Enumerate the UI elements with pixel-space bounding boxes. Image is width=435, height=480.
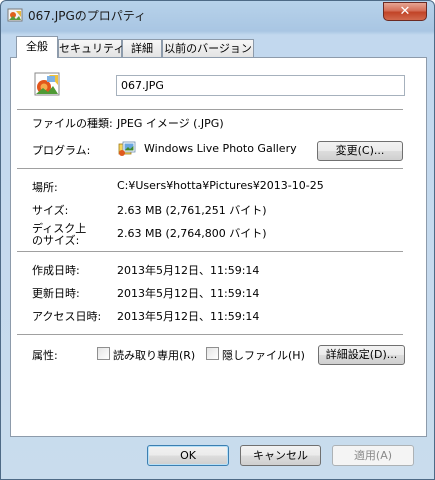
created-value: 2013年5月12日、11:59:14 bbox=[117, 264, 260, 277]
size-value: 2.63 MB (2,761,251 バイト) bbox=[117, 204, 267, 217]
disk-size-label: ディスク上 のサイズ: bbox=[32, 223, 86, 247]
title-bar[interactable]: 067.JPGのプロパティ ✕ bbox=[1, 1, 434, 31]
file-type-label: ファイルの種類: bbox=[32, 117, 113, 130]
tab-label: 全般 bbox=[26, 40, 48, 53]
divider bbox=[17, 334, 403, 335]
tab-general[interactable]: 全般 bbox=[16, 36, 58, 58]
window-title: 067.JPGのプロパティ bbox=[28, 9, 147, 23]
hidden-label[interactable]: 隠しファイル(H) bbox=[222, 347, 305, 363]
general-tab-panel bbox=[10, 57, 427, 437]
tab-label: 以前のバージョン bbox=[164, 42, 252, 55]
properties-window: 067.JPGのプロパティ ✕ 全般 セキュリティ 詳細 以前のバージョン 06… bbox=[0, 0, 435, 480]
apply-button[interactable]: 適用(A) bbox=[332, 445, 414, 466]
file-name-input[interactable]: 067.JPG bbox=[116, 75, 405, 96]
modified-label: 更新日時: bbox=[32, 287, 80, 300]
program-value: Windows Live Photo Gallery bbox=[144, 142, 297, 155]
photo-gallery-icon bbox=[118, 141, 136, 156]
disk-size-label-line2: のサイズ: bbox=[32, 234, 80, 247]
tab-security[interactable]: セキュリティ bbox=[58, 39, 125, 57]
created-label: 作成日時: bbox=[32, 264, 80, 277]
divider bbox=[17, 109, 403, 110]
tab-label: セキュリティ bbox=[59, 42, 125, 55]
cancel-button[interactable]: キャンセル bbox=[240, 445, 321, 466]
tab-label: 詳細 bbox=[131, 42, 153, 55]
location-label: 場所: bbox=[32, 181, 58, 194]
file-type-value: JPEG イメージ (.JPG) bbox=[117, 117, 224, 130]
jpeg-file-icon bbox=[34, 72, 60, 96]
divider bbox=[17, 251, 403, 252]
tab-details[interactable]: 詳細 bbox=[122, 39, 162, 57]
attributes-label: 属性: bbox=[32, 349, 58, 362]
readonly-checkbox[interactable] bbox=[97, 347, 110, 360]
location-value: C:¥Users¥hotta¥Pictures¥2013-10-25 bbox=[117, 179, 324, 192]
close-icon: ✕ bbox=[399, 4, 411, 19]
accessed-value: 2013年5月12日、11:59:14 bbox=[117, 310, 260, 323]
hidden-checkbox[interactable] bbox=[206, 347, 219, 360]
accessed-label: アクセス日時: bbox=[32, 310, 102, 323]
disk-size-value: 2.63 MB (2,764,800 バイト) bbox=[117, 227, 267, 240]
image-file-icon bbox=[7, 8, 23, 22]
divider bbox=[17, 168, 403, 169]
size-label: サイズ: bbox=[32, 204, 69, 217]
readonly-label[interactable]: 読み取り専用(R) bbox=[113, 347, 195, 363]
program-label: プログラム: bbox=[32, 144, 91, 157]
modified-value: 2013年5月12日、11:59:14 bbox=[117, 287, 260, 300]
ok-button[interactable]: OK bbox=[147, 445, 229, 466]
tab-previous-versions[interactable]: 以前のバージョン bbox=[162, 39, 254, 57]
advanced-attributes-button[interactable]: 詳細設定(D)... bbox=[318, 345, 405, 365]
change-program-button[interactable]: 変更(C)... bbox=[317, 141, 403, 161]
close-button[interactable]: ✕ bbox=[383, 2, 427, 21]
